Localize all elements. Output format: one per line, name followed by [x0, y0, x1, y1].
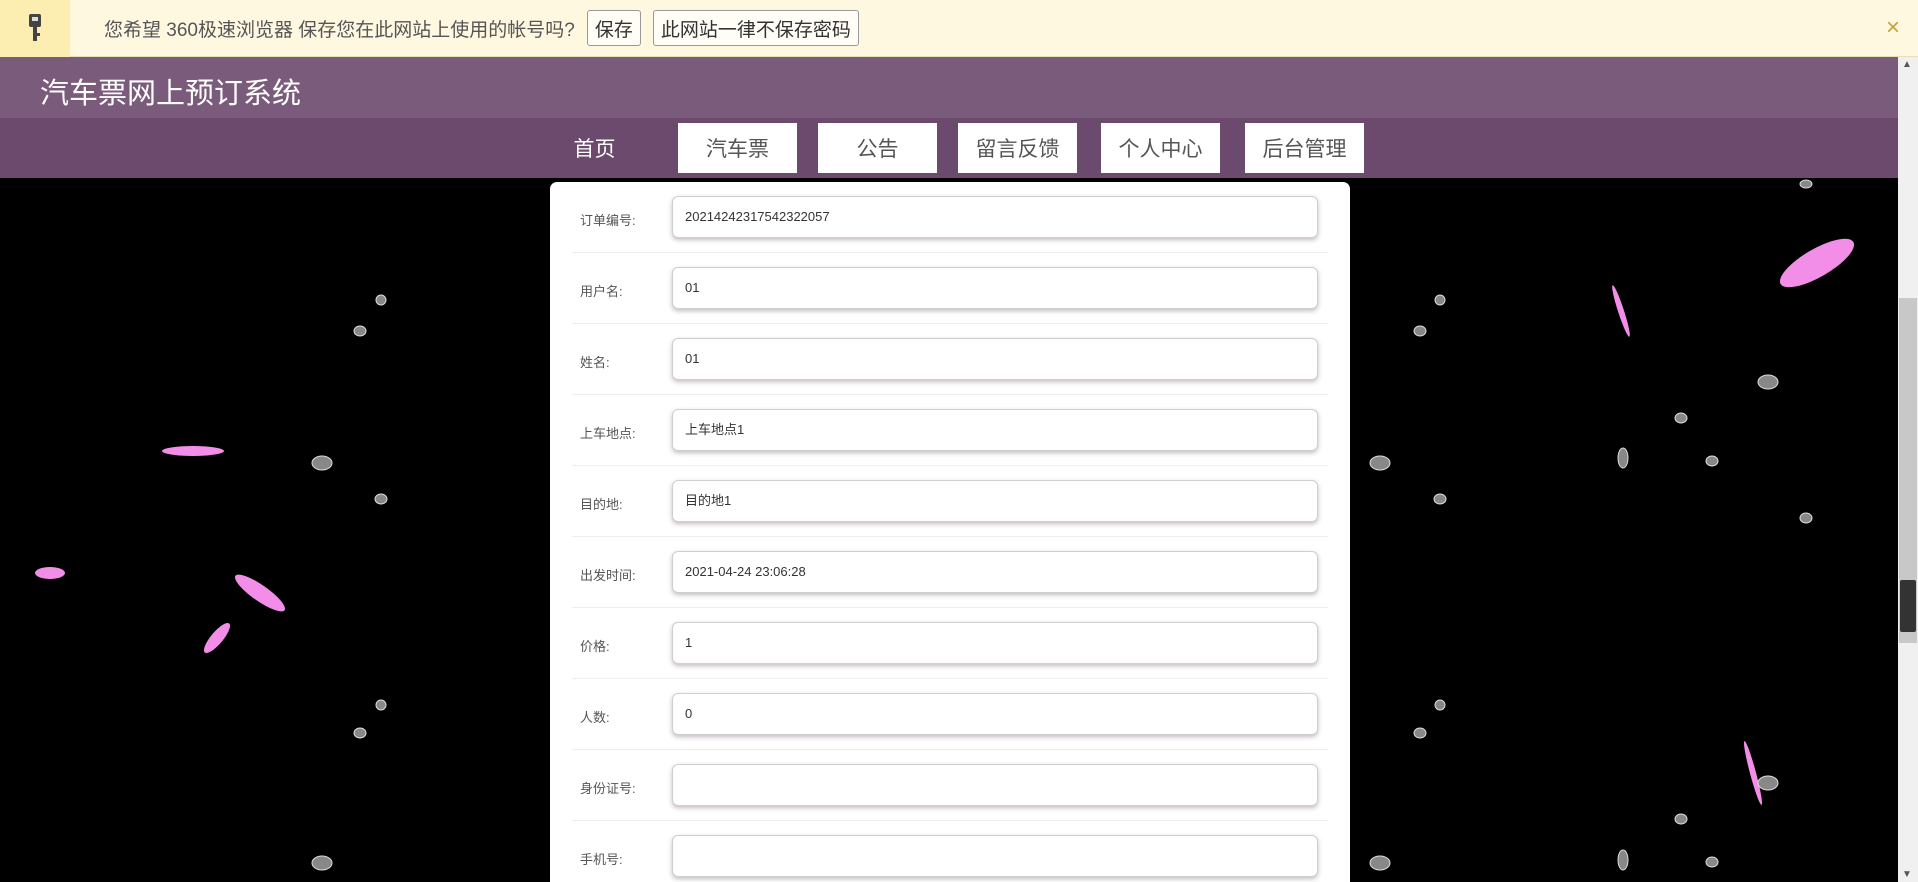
destination-input[interactable]: 目的地1 — [672, 480, 1318, 522]
form-row-destination: 目的地: 目的地1 — [572, 466, 1328, 537]
scroll-down-icon[interactable]: ▼ — [1902, 869, 1912, 880]
bubble — [1705, 455, 1719, 467]
bubble — [1757, 775, 1779, 791]
pickup-location-input[interactable]: 上车地点1 — [672, 409, 1318, 451]
field-label: 手机号: — [580, 852, 623, 867]
close-icon[interactable]: × — [1886, 14, 1900, 42]
bubble — [1617, 849, 1629, 871]
form-row-price: 价格: 1 — [572, 608, 1328, 679]
save-password-infobar: 您希望 360极速浏览器 保存您在此网站上使用的帐号吗? 保存 此网站一律不保存… — [0, 0, 1918, 57]
bubble — [1413, 325, 1427, 337]
petal — [1779, 238, 1855, 288]
form-row-id-number: 身份证号: — [572, 750, 1328, 821]
field-label: 身份证号: — [580, 781, 636, 796]
page-scrollbar[interactable]: ▲ ▼ — [1898, 57, 1918, 882]
order-detail-form: 订单编号: 20214242317542322057 用户名: 01 姓名: 01 上… — [550, 182, 1350, 882]
petal — [1743, 741, 1763, 805]
bubble — [1705, 856, 1719, 868]
petal — [1612, 285, 1630, 337]
bubble — [375, 294, 387, 306]
bubble — [1757, 374, 1779, 390]
bubble — [1799, 179, 1813, 189]
field-label: 姓名: — [580, 355, 610, 370]
content-area: 订单编号: 20214242317542322057 用户名: 01 姓名: 01 上… — [0, 178, 1898, 882]
petal — [35, 567, 65, 579]
form-row-departure-time: 出发时间: 2021-04-24 23:06:28 — [572, 537, 1328, 608]
key-icon — [0, 0, 70, 57]
bubble — [1369, 855, 1391, 871]
save-password-button[interactable]: 保存 — [586, 10, 641, 46]
form-row-phone: 手机号: — [572, 821, 1328, 882]
bubble — [1617, 447, 1629, 469]
price-input[interactable]: 1 — [672, 622, 1318, 664]
form-row-username: 用户名: 01 — [572, 253, 1328, 324]
bubble — [311, 455, 333, 471]
passenger-count-input[interactable]: 0 — [672, 693, 1318, 735]
departure-time-input[interactable]: 2021-04-24 23:06:28 — [672, 551, 1318, 593]
bubble — [1433, 493, 1447, 505]
site-header: 汽车票网上预订系统 — [0, 57, 1898, 118]
form-row-name: 姓名: 01 — [572, 324, 1328, 395]
bubble — [1413, 727, 1427, 739]
username-input[interactable]: 01 — [672, 267, 1318, 309]
nav-announcements[interactable]: 公告 — [818, 123, 937, 173]
nav-home[interactable]: 首页 — [535, 123, 654, 173]
name-input[interactable]: 01 — [672, 338, 1318, 380]
order-number-input[interactable]: 20214242317542322057 — [672, 196, 1318, 238]
bubble — [1369, 455, 1391, 471]
petal — [162, 446, 224, 456]
bubble — [374, 493, 388, 505]
nav-feedback[interactable]: 留言反馈 — [958, 123, 1077, 173]
nav-personal-center[interactable]: 个人中心 — [1101, 123, 1220, 173]
field-label: 上车地点: — [580, 426, 636, 441]
never-save-button[interactable]: 此网站一律不保存密码 — [652, 10, 859, 46]
petal — [235, 574, 285, 612]
scroll-grip-icon[interactable] — [1900, 580, 1916, 632]
nav-tickets[interactable]: 汽车票 — [678, 123, 797, 173]
form-row-passenger-count: 人数: 0 — [572, 679, 1328, 750]
scroll-up-icon[interactable]: ▲ — [1902, 59, 1912, 70]
nav-admin[interactable]: 后台管理 — [1245, 123, 1364, 173]
phone-input[interactable] — [672, 835, 1318, 877]
bubble — [311, 855, 333, 871]
id-number-input[interactable] — [672, 764, 1318, 806]
bubble — [353, 727, 367, 739]
site-title: 汽车票网上预订系统 — [40, 78, 302, 110]
field-label: 出发时间: — [580, 568, 636, 583]
form-row-order-number: 订单编号: 20214242317542322057 — [572, 182, 1328, 253]
field-label: 用户名: — [580, 284, 623, 299]
bubble — [1674, 813, 1688, 825]
petal — [203, 622, 231, 654]
bubble — [1799, 512, 1813, 524]
main-nav: 首页 汽车票 公告 留言反馈 个人中心 后台管理 — [0, 118, 1898, 178]
form-row-pickup: 上车地点: 上车地点1 — [572, 395, 1328, 466]
infobar-message: 您希望 360极速浏览器 保存您在此网站上使用的帐号吗? — [104, 19, 575, 41]
field-label: 目的地: — [580, 497, 623, 512]
field-label: 人数: — [580, 710, 610, 725]
bubble — [1434, 699, 1446, 711]
bubble — [353, 325, 367, 337]
bubble — [1674, 412, 1688, 424]
bubble — [1434, 294, 1446, 306]
field-label: 价格: — [580, 639, 610, 654]
field-label: 订单编号: — [580, 213, 636, 228]
bubble — [375, 699, 387, 711]
